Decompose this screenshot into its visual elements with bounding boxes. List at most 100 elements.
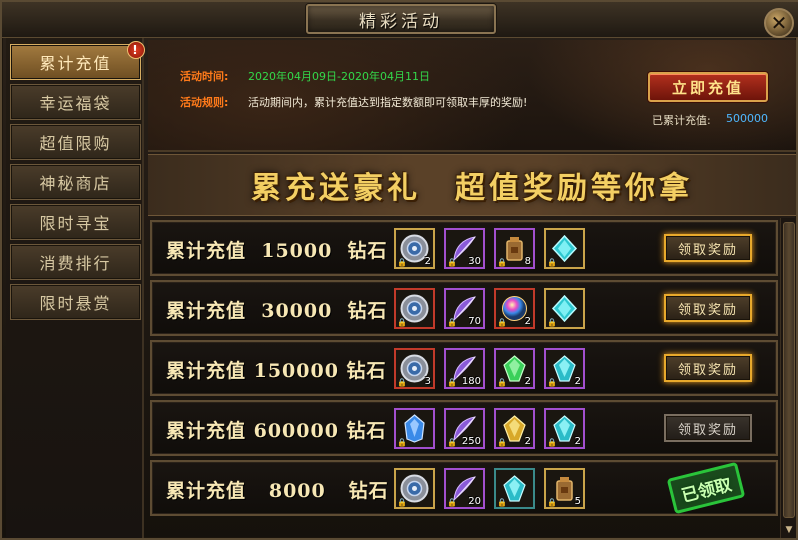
reward-threshold-label: 累计充值 30000 钻石 [166, 300, 388, 322]
bound-lock-icon: 🔒 [497, 498, 507, 507]
reward-row: 累计充值 30000 钻石 🔒 🔒 70 🔒 2 🔒 领取奖励 [150, 280, 778, 336]
sidebar-tab[interactable]: 超值限购 [10, 124, 141, 160]
reward-item-slot[interactable]: 🔒 [394, 468, 435, 509]
claim-reward-button[interactable]: 领取奖励 [664, 234, 752, 262]
reward-row: 累计充值 15000 钻石 🔒 2 🔒 30 🔒 8 🔒 领取奖励 [150, 220, 778, 276]
item-quantity: 70 [468, 316, 481, 327]
recharge-now-button[interactable]: 立即充值 [648, 72, 768, 102]
reward-item-slot[interactable]: 🔒 2 [494, 288, 535, 329]
bound-lock-icon: 🔒 [447, 498, 457, 507]
sidebar-tab[interactable]: 限时寻宝 [10, 204, 141, 240]
reward-item-slot[interactable]: 🔒 [394, 288, 435, 329]
bound-lock-icon: 🔒 [397, 438, 407, 447]
item-quantity: 20 [468, 496, 481, 507]
close-icon: ✕ [770, 11, 788, 35]
bound-lock-icon: 🔒 [497, 438, 507, 447]
reward-item-slot[interactable]: 🔒 [544, 288, 585, 329]
reward-threshold-label: 累计充值 15000 钻石 [166, 240, 388, 262]
bound-lock-icon: 🔒 [447, 318, 457, 327]
claimed-stamp: 已领取 [666, 461, 746, 515]
claim-reward-button[interactable]: 领取奖励 [664, 354, 752, 382]
sidebar-tab-label: 累计充值 [39, 54, 112, 73]
activity-window: 精彩活动 ✕ 累计充值! 幸运福袋超值限购神秘商店限时寻宝消费排行限时悬赏 活动时… [0, 0, 798, 540]
reward-item-slot[interactable]: 🔒 8 [494, 228, 535, 269]
reward-item-slot[interactable]: 🔒 70 [444, 288, 485, 329]
sidebar-tab-label: 神秘商店 [39, 174, 112, 193]
reward-item-slot[interactable]: 🔒 2 [544, 408, 585, 449]
alert-badge-icon: ! [127, 41, 145, 59]
bound-lock-icon: 🔒 [497, 318, 507, 327]
reward-row: 累计充值 150000 钻石 🔒 3 🔒 180 🔒 2 🔒 2 领取奖励 [150, 340, 778, 396]
reward-row: 累计充值 8000 钻石 🔒 🔒 20 🔒 🔒 5 已领取 [150, 460, 778, 516]
reward-items: 🔒 🔒 70 🔒 2 🔒 [394, 288, 585, 329]
reward-item-slot[interactable]: 🔒 [394, 408, 435, 449]
sidebar-tab-label: 超值限购 [39, 134, 112, 153]
reward-items: 🔒 🔒 250 🔒 2 🔒 2 [394, 408, 585, 449]
reward-list: 累计充值 15000 钻石 🔒 2 🔒 30 🔒 8 🔒 领取奖励 累计充值 30000 钻石 🔒 🔒… [148, 218, 780, 540]
bound-lock-icon: 🔒 [447, 438, 457, 447]
item-quantity: 2 [574, 376, 581, 387]
sidebar: 累计充值! 幸运福袋超值限购神秘商店限时寻宝消费排行限时悬赏 [6, 38, 145, 538]
bound-lock-icon: 🔒 [547, 378, 557, 387]
reward-items: 🔒 3 🔒 180 🔒 2 🔒 2 [394, 348, 585, 389]
item-quantity: 2 [574, 436, 581, 447]
accumulated-recharge-label: 已累计充值: [652, 114, 711, 127]
window-title: 精彩活动 [359, 11, 443, 32]
reward-item-slot[interactable]: 🔒 20 [444, 468, 485, 509]
bound-lock-icon: 🔒 [497, 378, 507, 387]
close-button[interactable]: ✕ [764, 8, 794, 38]
scrollbar[interactable]: ▼ [780, 218, 796, 538]
bound-lock-icon: 🔒 [547, 258, 557, 267]
event-rule-label: 活动规则: [180, 96, 229, 109]
sidebar-tab-label: 限时悬赏 [39, 294, 112, 313]
event-rule-value: 活动期间内，累计充值达到指定数额即可领取丰厚的奖励! [248, 96, 528, 109]
sidebar-tab[interactable]: 累计充值! [10, 41, 145, 80]
reward-item-slot[interactable]: 🔒 2 [544, 348, 585, 389]
event-info-panel: 活动时间: 2020年04月09日-2020年04月11日 活动规则: 活动期间… [148, 40, 796, 152]
claim-reward-button[interactable]: 领取奖励 [664, 414, 752, 442]
item-quantity: 2 [524, 376, 531, 387]
event-time-value: 2020年04月09日-2020年04月11日 [248, 70, 430, 83]
item-quantity: 30 [468, 256, 481, 267]
event-time-label: 活动时间: [180, 70, 229, 83]
accumulated-recharge-value: 500000 [726, 112, 768, 125]
item-quantity: 2 [524, 316, 531, 327]
sidebar-tab-label: 消费排行 [39, 254, 112, 273]
sidebar-tab-label: 限时寻宝 [39, 214, 112, 233]
sidebar-tab[interactable]: 幸运福袋 [10, 84, 141, 120]
reward-item-slot[interactable]: 🔒 [494, 468, 535, 509]
bound-lock-icon: 🔒 [397, 318, 407, 327]
reward-items: 🔒 2 🔒 30 🔒 8 🔒 [394, 228, 585, 269]
reward-item-slot[interactable]: 🔒 [544, 228, 585, 269]
item-quantity: 2 [424, 256, 431, 267]
item-quantity: 180 [461, 376, 481, 387]
scroll-down-icon[interactable]: ▼ [783, 524, 795, 536]
sidebar-tab[interactable]: 限时悬赏 [10, 284, 141, 320]
sidebar-tab[interactable]: 神秘商店 [10, 164, 141, 200]
bound-lock-icon: 🔒 [447, 378, 457, 387]
item-quantity: 8 [524, 256, 531, 267]
reward-item-slot[interactable]: 🔒 30 [444, 228, 485, 269]
item-quantity: 250 [461, 436, 481, 447]
bound-lock-icon: 🔒 [547, 318, 557, 327]
item-quantity: 5 [574, 496, 581, 507]
title-plate: 精彩活动 [306, 4, 496, 34]
reward-item-slot[interactable]: 🔒 180 [444, 348, 485, 389]
reward-item-slot[interactable]: 🔒 250 [444, 408, 485, 449]
claim-reward-button[interactable]: 领取奖励 [664, 294, 752, 322]
promo-banner: 累充送豪礼 超值奖励等你拿 [148, 154, 796, 216]
reward-item-slot[interactable]: 🔒 2 [394, 228, 435, 269]
banner-text: 累充送豪礼 超值奖励等你拿 [251, 171, 693, 206]
scroll-thumb[interactable] [783, 222, 795, 518]
bound-lock-icon: 🔒 [497, 258, 507, 267]
reward-item-slot[interactable]: 🔒 5 [544, 468, 585, 509]
reward-item-slot[interactable]: 🔒 3 [394, 348, 435, 389]
reward-row: 累计充值 600000 钻石 🔒 🔒 250 🔒 2 🔒 2 领取奖励 [150, 400, 778, 456]
reward-item-slot[interactable]: 🔒 2 [494, 408, 535, 449]
reward-threshold-label: 累计充值 600000 钻石 [166, 420, 387, 442]
reward-item-slot[interactable]: 🔒 2 [494, 348, 535, 389]
item-quantity: 2 [524, 436, 531, 447]
sidebar-tab[interactable]: 消费排行 [10, 244, 141, 280]
bound-lock-icon: 🔒 [397, 498, 407, 507]
bound-lock-icon: 🔒 [397, 378, 407, 387]
